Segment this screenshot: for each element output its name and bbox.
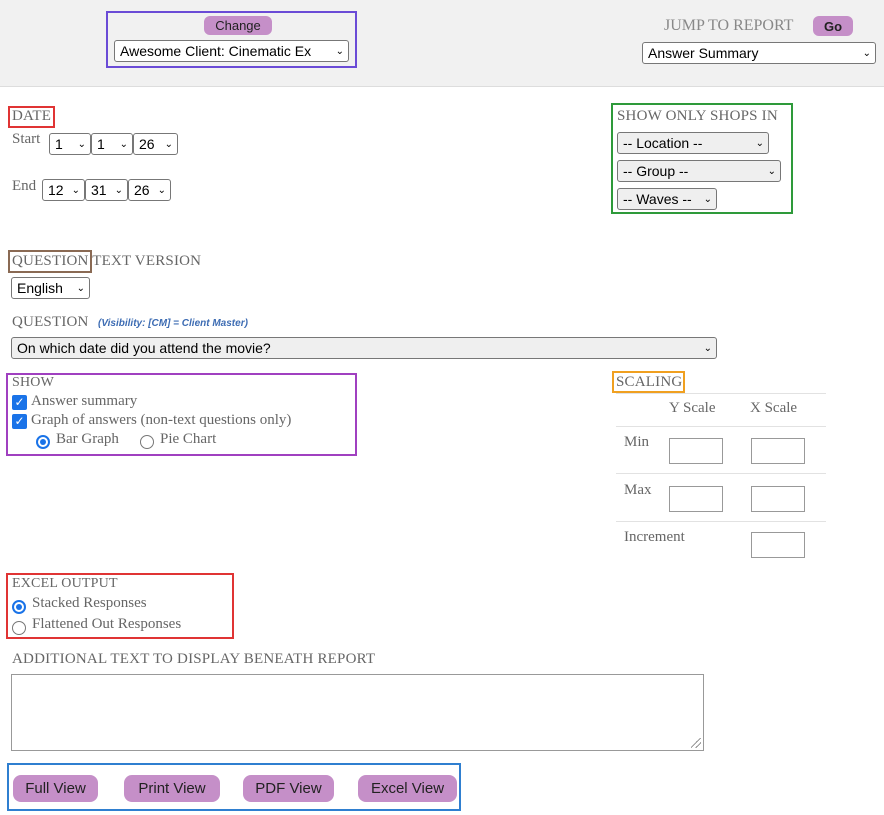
- x-min-input[interactable]: [751, 438, 805, 464]
- start-day-select[interactable]: 1 ⌄: [91, 133, 133, 155]
- x-increment-input[interactable]: [751, 532, 805, 558]
- end-year-select[interactable]: 26 ⌄: [128, 179, 171, 201]
- start-label: Start: [12, 131, 41, 147]
- y-scale-header: Y Scale: [669, 400, 716, 416]
- excel-output-title: EXCEL OUTPUT: [12, 576, 118, 591]
- scaling-title: SCALING: [616, 374, 683, 390]
- answer-summary-checkbox[interactable]: ✓: [12, 395, 27, 410]
- group-select[interactable]: -- Group -- ⌄: [617, 160, 781, 182]
- pdf-view-button[interactable]: PDF View: [243, 775, 334, 802]
- increment-label: Increment: [624, 529, 685, 545]
- answer-summary-label: Answer summary: [31, 393, 138, 409]
- stacked-responses-label: Stacked Responses: [32, 595, 147, 611]
- end-month-select[interactable]: 12 ⌄: [42, 179, 85, 201]
- x-scale-header: X Scale: [750, 400, 798, 416]
- date-title: DATE: [12, 108, 52, 124]
- flattened-responses-radio[interactable]: [12, 621, 26, 635]
- additional-text-area[interactable]: [11, 674, 704, 751]
- chevron-down-icon: ⌄: [114, 184, 123, 196]
- question-version-title: QUESTION TEXT VERSION: [12, 253, 202, 269]
- chevron-down-icon: ⌄: [767, 165, 776, 177]
- report-select[interactable]: Answer Summary ⌄: [642, 42, 876, 64]
- full-view-button[interactable]: Full View: [13, 775, 98, 802]
- scaling-divider: [616, 393, 826, 394]
- stacked-responses-radio[interactable]: [12, 600, 26, 614]
- chevron-down-icon: ⌄: [119, 138, 128, 150]
- chevron-down-icon: ⌄: [76, 282, 85, 294]
- pie-chart-radio[interactable]: [140, 435, 154, 449]
- chevron-down-icon: ⌄: [164, 138, 173, 150]
- y-min-input[interactable]: [669, 438, 723, 464]
- flattened-responses-label: Flattened Out Responses: [32, 616, 182, 632]
- chevron-down-icon: ⌄: [71, 184, 80, 196]
- bar-graph-label: Bar Graph: [56, 431, 119, 447]
- chevron-down-icon: ⌄: [703, 342, 712, 354]
- end-label: End: [12, 178, 37, 194]
- scaling-divider: [616, 473, 826, 474]
- additional-text-title: ADDITIONAL TEXT TO DISPLAY BENEATH REPOR…: [12, 651, 376, 667]
- max-label: Max: [624, 482, 652, 498]
- chevron-down-icon: ⌄: [703, 193, 712, 205]
- scaling-divider: [616, 426, 826, 427]
- chevron-down-icon: ⌄: [755, 137, 764, 149]
- waves-select[interactable]: -- Waves -- ⌄: [617, 188, 717, 210]
- chevron-down-icon: ⌄: [157, 184, 166, 196]
- language-select[interactable]: English ⌄: [11, 277, 90, 299]
- start-year-select[interactable]: 26 ⌄: [133, 133, 178, 155]
- visibility-note: (Visibility: [CM] = Client Master): [98, 318, 248, 329]
- excel-view-button[interactable]: Excel View: [358, 775, 457, 802]
- end-day-select[interactable]: 31 ⌄: [85, 179, 128, 201]
- chevron-down-icon: ⌄: [862, 47, 871, 59]
- go-button[interactable]: Go: [813, 16, 853, 36]
- graph-label: Graph of answers (non-text questions onl…: [31, 412, 292, 428]
- start-month-select[interactable]: 1 ⌄: [49, 133, 91, 155]
- pie-chart-label: Pie Chart: [160, 431, 217, 447]
- y-max-input[interactable]: [669, 486, 723, 512]
- print-view-button[interactable]: Print View: [124, 775, 220, 802]
- shops-filter-title: SHOW ONLY SHOPS IN: [617, 108, 778, 124]
- resize-handle-icon[interactable]: [691, 738, 701, 748]
- client-select[interactable]: Awesome Client: Cinematic Ex ⌄: [114, 40, 349, 62]
- jump-to-report-label: JUMP TO REPORT: [664, 17, 794, 34]
- scaling-divider: [616, 521, 826, 522]
- location-select[interactable]: -- Location -- ⌄: [617, 132, 769, 154]
- show-title: SHOW: [12, 375, 55, 390]
- change-client-button[interactable]: Change: [204, 16, 272, 35]
- question-title: QUESTION: [12, 314, 89, 330]
- bar-graph-radio[interactable]: [36, 435, 50, 449]
- min-label: Min: [624, 434, 650, 450]
- question-select[interactable]: On which date did you attend the movie? ⌄: [11, 337, 717, 359]
- chevron-down-icon: ⌄: [77, 138, 86, 150]
- graph-checkbox[interactable]: ✓: [12, 414, 27, 429]
- chevron-down-icon: ⌄: [335, 45, 344, 57]
- x-max-input[interactable]: [751, 486, 805, 512]
